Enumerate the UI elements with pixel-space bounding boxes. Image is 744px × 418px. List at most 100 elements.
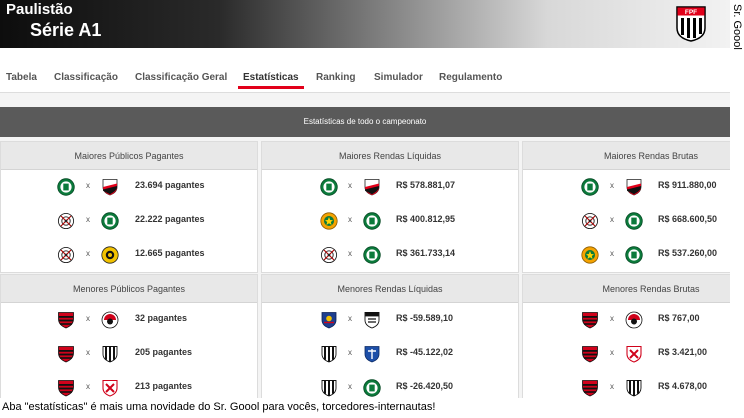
stats-card: Menores Rendas Líquidas x R$ -59.589,10 x R$… [261, 274, 519, 398]
versus-label: x [348, 181, 352, 190]
versus-label: x [348, 215, 352, 224]
stats-row: x R$ -45.122,02 [262, 337, 518, 371]
santos-crest-icon [363, 311, 381, 329]
flamengo-crest-icon [57, 345, 75, 363]
mirassol-crest-icon [320, 212, 338, 230]
palmeiras-crest-icon [320, 178, 338, 196]
versus-label: x [610, 215, 614, 224]
tab-classificacao[interactable]: Classificação [54, 72, 118, 83]
sao-paulo-crest-icon [625, 178, 643, 196]
versus-label: x [86, 314, 90, 323]
mirassol-crest-icon [581, 246, 599, 264]
sao-paulo-crest-icon [363, 178, 381, 196]
botafogo-crest-icon [625, 379, 643, 397]
stats-value: 213 pagantes [135, 381, 193, 391]
ituano-crest-icon [101, 311, 119, 329]
linense-crest-icon [625, 345, 643, 363]
palmeiras-crest-icon [57, 178, 75, 196]
ituano-crest-icon [625, 311, 643, 329]
versus-label: x [86, 181, 90, 190]
stats-card: Maiores Públicos Pagantes x 23.694 pagante… [0, 141, 258, 273]
flamengo-crest-icon [581, 379, 599, 397]
stats-value: R$ 361.733,14 [396, 248, 456, 258]
stats-row: x R$ 911.880,00 [523, 170, 730, 204]
palmeiras-crest-icon [363, 246, 381, 264]
stats-row: x R$ 361.733,14 [262, 238, 518, 272]
versus-label: x [86, 348, 90, 357]
stats-value: 22.222 pagantes [135, 214, 205, 224]
versus-label: x [610, 382, 614, 391]
palmeiras-crest-icon [363, 379, 381, 397]
corinthians-crest-icon [57, 246, 75, 264]
palmeiras-crest-icon [363, 212, 381, 230]
stats-card: Menores Públicos Pagantes x 32 pagantes x 20… [0, 274, 258, 398]
section-title-bar: Estatísticas de todo o campeonato [0, 107, 730, 137]
stats-row: x R$ 537.260,00 [523, 238, 730, 272]
tab-ranking[interactable]: Ranking [316, 72, 355, 83]
flamengo-crest-icon [57, 379, 75, 397]
sao-paulo-crest-icon [101, 178, 119, 196]
active-tab-indicator [238, 86, 304, 89]
stats-row: x R$ 3.421,00 [523, 337, 730, 371]
stats-value: R$ 537.260,00 [658, 248, 718, 258]
red-bull-crest-icon [320, 311, 338, 329]
app-window: Paulistão Série A1 FPF Tabela Classifica… [0, 0, 730, 398]
stats-card: Maiores Rendas Brutas x R$ 911.880,00 x R$ 6… [522, 141, 730, 273]
tab-bar: Tabela Classificação Classificação Geral… [0, 48, 730, 93]
stats-row: x R$ 4.678,00 [523, 371, 730, 398]
palmeiras-crest-icon [625, 212, 643, 230]
stats-row: x R$ 578.881,07 [262, 170, 518, 204]
stats-card-title: Maiores Rendas Líquidas [262, 142, 518, 170]
credit-text: Sr. Goool [731, 4, 743, 50]
stats-value: R$ -45.122,02 [396, 347, 454, 357]
stats-row: x R$ -59.589,10 [262, 303, 518, 337]
stats-card-title: Menores Rendas Líquidas [262, 275, 518, 303]
versus-label: x [348, 314, 352, 323]
header-banner: Paulistão Série A1 FPF [0, 0, 730, 48]
stats-row: x 213 pagantes [1, 371, 257, 398]
tab-estatisticas[interactable]: Estatísticas [243, 72, 299, 83]
versus-label: x [86, 249, 90, 258]
versus-label: x [348, 249, 352, 258]
stats-row: x 23.694 pagantes [1, 170, 257, 204]
corinthians-crest-icon [581, 212, 599, 230]
versus-label: x [610, 181, 614, 190]
versus-label: x [348, 382, 352, 391]
palmeiras-crest-icon [101, 212, 119, 230]
palmeiras-crest-icon [581, 178, 599, 196]
stats-card: Menores Rendas Brutas x R$ 767,00 x R$ 3.421… [522, 274, 730, 398]
tab-tabela[interactable]: Tabela [6, 72, 37, 83]
stats-row: x R$ 767,00 [523, 303, 730, 337]
stats-value: R$ 767,00 [658, 313, 700, 323]
image-caption: Aba "estatísticas" é mais uma novidade d… [2, 401, 436, 413]
stats-row: x 205 pagantes [1, 337, 257, 371]
versus-label: x [610, 314, 614, 323]
stats-value: R$ 400.812,95 [396, 214, 456, 224]
stats-value: R$ 578.881,07 [396, 180, 456, 190]
svg-text:FPF: FPF [685, 9, 697, 16]
palmeiras-crest-icon [625, 246, 643, 264]
versus-label: x [86, 382, 90, 391]
botafogo-crest-icon [320, 379, 338, 397]
botafogo-crest-icon [101, 345, 119, 363]
stats-card-title: Maiores Públicos Pagantes [1, 142, 257, 170]
stats-value: 12.665 pagantes [135, 248, 205, 258]
tab-regulamento[interactable]: Regulamento [439, 72, 502, 83]
flamengo-crest-icon [581, 345, 599, 363]
stats-value: R$ -26.420,50 [396, 381, 454, 391]
credit-watermark: Sr. Goool [731, 4, 744, 64]
stats-value: R$ 911.880,00 [658, 180, 717, 190]
header-title-line1: Paulistão [6, 1, 73, 18]
versus-label: x [610, 348, 614, 357]
botafogo-crest-icon [320, 345, 338, 363]
fpf-logo-icon: FPF [676, 6, 706, 42]
stats-card-title: Menores Públicos Pagantes [1, 275, 257, 303]
stats-value: 23.694 pagantes [135, 180, 205, 190]
tab-classificacao-geral[interactable]: Classificação Geral [135, 72, 227, 83]
linense-crest-icon [101, 379, 119, 397]
tab-simulador[interactable]: Simulador [374, 72, 423, 83]
stats-value: R$ -59.589,10 [396, 313, 454, 323]
flamengo-crest-icon [57, 311, 75, 329]
versus-label: x [610, 249, 614, 258]
sao-bento-crest-icon [363, 345, 381, 363]
